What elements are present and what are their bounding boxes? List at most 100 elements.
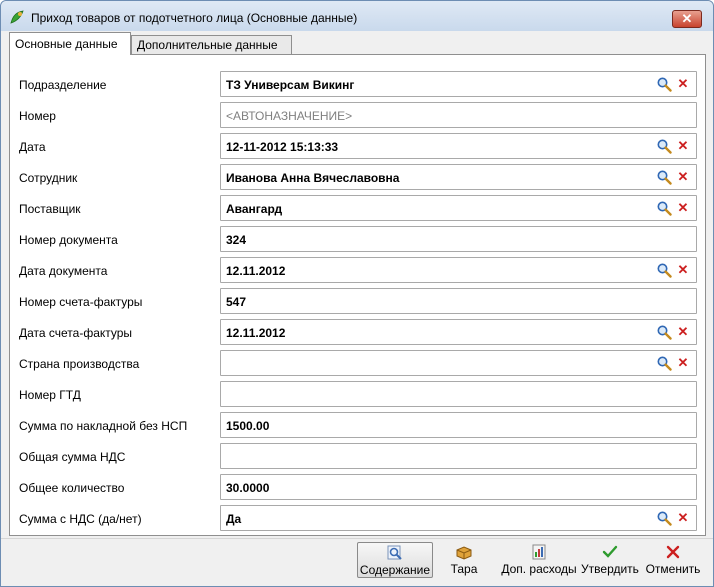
field-value: Да	[226, 512, 242, 526]
field-input[interactable]: Авангард ✕	[220, 195, 697, 221]
box-icon	[456, 546, 472, 560]
form-row: Общая сумма НДС	[10, 443, 705, 469]
field-input[interactable]: ТЗ Универсам Викинг ✕	[220, 71, 697, 97]
form-row: Номер счета-фактуры 547	[10, 288, 705, 314]
field-label: Сумма с НДС (да/нет)	[19, 512, 142, 526]
field-input[interactable]: 324	[220, 226, 697, 252]
field-label: Номер документа	[19, 233, 118, 247]
red-x-icon[interactable]: ✕	[675, 76, 691, 92]
form-row: Дата документа 12.11.2012 ✕	[10, 257, 705, 283]
field-label: Дата документа	[19, 264, 108, 278]
field-label: Дата	[19, 140, 46, 154]
field-value: Авангард	[226, 202, 283, 216]
field-label: Общее количество	[19, 481, 125, 495]
red-x-icon[interactable]: ✕	[675, 262, 691, 278]
field-label: Сотрудник	[19, 171, 78, 185]
field-value: 547	[226, 295, 247, 309]
bar-chart-icon	[532, 544, 546, 560]
form-row: Номер документа 324	[10, 226, 705, 252]
tab-strip: Основные данные Дополнительные данные	[9, 32, 706, 55]
field-input[interactable]: 12.11.2012 ✕	[220, 319, 697, 345]
form-row: Сумма с НДС (да/нет) Да ✕	[10, 505, 705, 531]
field-input[interactable]	[220, 381, 697, 407]
tara-button[interactable]: Тара	[446, 542, 482, 578]
tab-main-data[interactable]: Основные данные	[9, 32, 131, 55]
field-value: <АВТОНАЗНАЧЕНИЕ>	[226, 109, 353, 123]
form-row: Сотрудник Иванова Анна Вячеславовна ✕	[10, 164, 705, 190]
field-input[interactable]: 30.0000	[220, 474, 697, 500]
cancel-button[interactable]: Отменить	[644, 542, 702, 578]
field-input[interactable]: 547	[220, 288, 697, 314]
field-label: Страна производства	[19, 357, 140, 371]
field-label: Сумма по накладной без НСП	[19, 419, 188, 433]
form-row: Подразделение ТЗ Универсам Викинг ✕	[10, 71, 705, 97]
field-label: Общая сумма НДС	[19, 450, 126, 464]
field-input[interactable]: 12.11.2012 ✕	[220, 257, 697, 283]
checkmark-icon	[602, 545, 618, 558]
field-input[interactable]: <АВТОНАЗНАЧЕНИЕ>	[220, 102, 697, 128]
app-icon	[10, 10, 24, 24]
field-value: ТЗ Универсам Викинг	[226, 78, 355, 92]
close-button[interactable]: ✕	[672, 10, 702, 28]
magnifier-icon[interactable]	[656, 324, 672, 340]
form-row: Сумма по накладной без НСП 1500.00	[10, 412, 705, 438]
field-input[interactable]: ✕	[220, 350, 697, 376]
form-row: Поставщик Авангард ✕	[10, 195, 705, 221]
field-input[interactable]: Иванова Анна Вячеславовна ✕	[220, 164, 697, 190]
form-row: Страна производства ✕	[10, 350, 705, 376]
magnifier-icon[interactable]	[656, 138, 672, 154]
field-input[interactable]: 1500.00	[220, 412, 697, 438]
red-x-icon[interactable]: ✕	[675, 138, 691, 154]
red-x-icon[interactable]: ✕	[675, 324, 691, 340]
approve-button[interactable]: Утвердить	[581, 542, 639, 578]
magnifier-icon	[387, 545, 402, 560]
field-value: 30.0000	[226, 481, 270, 495]
field-input[interactable]: 12-11-2012 15:13:33 ✕	[220, 133, 697, 159]
extra-costs-button-label: Доп. расходы	[501, 562, 577, 576]
field-label: Поставщик	[19, 202, 81, 216]
magnifier-icon[interactable]	[656, 76, 672, 92]
field-value: 12-11-2012 15:13:33	[226, 140, 339, 154]
dialog-window: Приход товаров от подотчетного лица (Осн…	[0, 0, 714, 587]
form-panel: Подразделение ТЗ Универсам Викинг ✕ Номер <А…	[9, 54, 706, 536]
field-label: Подразделение	[19, 78, 107, 92]
field-value: 324	[226, 233, 247, 247]
magnifier-icon[interactable]	[656, 169, 672, 185]
content-button[interactable]: Содержание	[357, 542, 433, 578]
field-label: Номер ГТД	[19, 388, 81, 402]
bottom-toolbar: Содержание Тара Доп. расходы Утвердить О…	[1, 538, 713, 586]
field-value: 1500.00	[226, 419, 270, 433]
red-x-icon[interactable]: ✕	[675, 200, 691, 216]
content-button-label: Содержание	[359, 563, 431, 577]
field-input[interactable]: Да ✕	[220, 505, 697, 531]
form-row: Общее количество 30.0000	[10, 474, 705, 500]
field-value: 12.11.2012	[226, 264, 286, 278]
form-row: Дата 12-11-2012 15:13:33 ✕	[10, 133, 705, 159]
red-x-icon[interactable]: ✕	[675, 169, 691, 185]
tara-button-label: Тара	[450, 562, 478, 576]
field-value: 12.11.2012	[226, 326, 286, 340]
field-label: Номер счета-фактуры	[19, 295, 143, 309]
tab-label: Дополнительные данные	[137, 38, 278, 52]
field-value: Иванова Анна Вячеславовна	[226, 171, 400, 185]
magnifier-icon[interactable]	[656, 262, 672, 278]
cancel-button-label: Отменить	[645, 562, 701, 576]
red-x-icon[interactable]: ✕	[675, 510, 691, 526]
title-bar[interactable]: Приход товаров от подотчетного лица (Осн…	[1, 1, 713, 31]
cancel-x-icon	[666, 545, 680, 559]
field-input[interactable]	[220, 443, 697, 469]
form-row: Номер <АВТОНАЗНАЧЕНИЕ>	[10, 102, 705, 128]
tab-label: Основные данные	[15, 37, 118, 51]
form-row: Номер ГТД	[10, 381, 705, 407]
extra-costs-button[interactable]: Доп. расходы	[499, 542, 579, 578]
close-icon: ✕	[681, 11, 693, 26]
form-row: Дата счета-фактуры 12.11.2012 ✕	[10, 319, 705, 345]
field-label: Дата счета-фактуры	[19, 326, 133, 340]
magnifier-icon[interactable]	[656, 200, 672, 216]
approve-button-label: Утвердить	[581, 562, 639, 576]
field-label: Номер	[19, 109, 56, 123]
red-x-icon[interactable]: ✕	[675, 355, 691, 371]
magnifier-icon[interactable]	[656, 355, 672, 371]
tab-additional-data[interactable]: Дополнительные данные	[131, 35, 292, 55]
magnifier-icon[interactable]	[656, 510, 672, 526]
